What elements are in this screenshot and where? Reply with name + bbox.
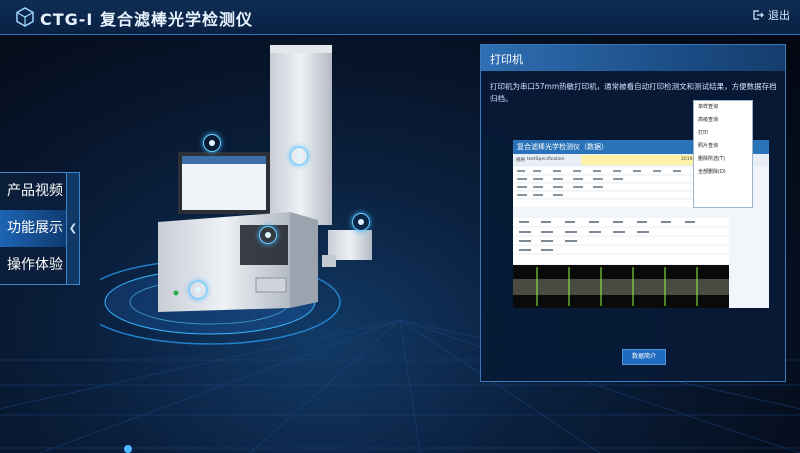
menu-item-product-video[interactable]: 产品视频 [0, 173, 66, 210]
panel-header [481, 45, 785, 71]
context-menu-item[interactable]: 全部删除(D) [694, 166, 752, 179]
data-intro-button[interactable]: 数据简介 [622, 349, 666, 365]
hotspot-top[interactable] [203, 134, 221, 152]
menu-item-feature-demo[interactable]: 功能展示 [0, 210, 66, 247]
menu-item-operation-experience[interactable]: 操作体验 [0, 247, 66, 284]
exit-button[interactable]: 退出 [752, 7, 790, 23]
context-menu: 单样查询 高级查询 打印 照片查询 删除所选(T) 全部删除(D) [693, 100, 753, 208]
exit-icon [753, 10, 764, 20]
side-menu: 产品视频 功能展示 操作体验 [0, 172, 67, 285]
spec-label: 规格 [516, 158, 525, 163]
table-grid-lines-bottom [513, 221, 729, 255]
panel-title: 打印机 [490, 53, 523, 66]
hotspot-printer[interactable] [352, 213, 370, 231]
hotspot-body[interactable] [259, 226, 277, 244]
top-bar: CTG-I 复合滤棒光学检测仪 退出 [0, 0, 800, 35]
context-menu-item[interactable]: 高级查询 [694, 114, 752, 127]
context-menu-item[interactable]: 单样查询 [694, 101, 752, 114]
chevron-left-icon: ❮ [68, 223, 78, 234]
context-menu-item[interactable]: 照片查询 [694, 140, 752, 153]
data-table-bottom [513, 218, 729, 264]
info-panel: 打印机 打印机为串口57mm热敏打印机，通常被看自动打印检测文和测试结果，方便数… [480, 44, 786, 382]
rod-image-icon [513, 267, 729, 306]
spec-value: testSpecification [527, 157, 565, 162]
rod-image-strip [513, 265, 729, 308]
app-title: CTG-I 复合滤棒光学检测仪 [40, 10, 253, 29]
hotspot-base[interactable] [189, 281, 207, 299]
hotspot-column[interactable] [290, 147, 308, 165]
context-menu-item[interactable]: 删除所选(T) [694, 153, 752, 166]
collapse-menu-button[interactable]: ❮ [67, 172, 80, 285]
cube-logo-icon [16, 7, 34, 27]
context-menu-item[interactable]: 打印 [694, 127, 752, 140]
exit-label: 退出 [768, 9, 790, 22]
